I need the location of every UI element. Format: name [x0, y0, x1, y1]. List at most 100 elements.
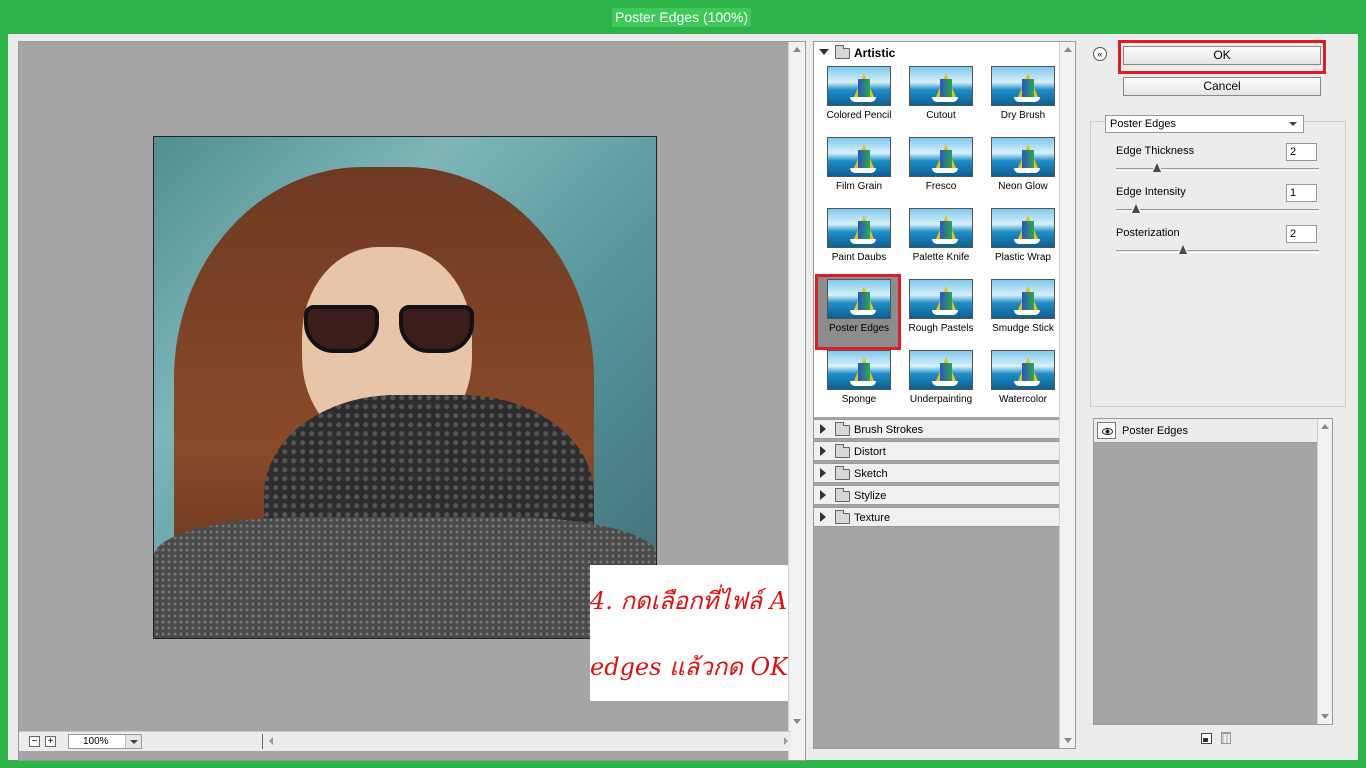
- filter-label: Poster Edges: [828, 323, 890, 334]
- category-distort[interactable]: Distort: [814, 441, 1060, 461]
- filter-label: Neon Glow: [998, 181, 1048, 192]
- preview-status-bar: − + 100%: [19, 731, 791, 751]
- thumbnail-film-grain-icon: [827, 137, 891, 177]
- chevron-down-icon[interactable]: [125, 735, 141, 748]
- expand-triangle-icon[interactable]: [820, 468, 826, 478]
- filter-label: Paint Daubs: [831, 252, 887, 263]
- param-posterization: Posterization 2: [1116, 225, 1331, 265]
- param-value-input[interactable]: 2: [1286, 143, 1317, 161]
- cancel-button[interactable]: Cancel: [1123, 77, 1321, 96]
- filter-underpainting[interactable]: Underpainting: [900, 348, 980, 418]
- category-title: Artistic: [854, 46, 896, 60]
- filter-cutout[interactable]: Cutout: [900, 64, 980, 134]
- expanded-triangle-icon[interactable]: [819, 49, 829, 55]
- thumbnail-paint-daubs-icon: [827, 208, 891, 248]
- category-header-artistic[interactable]: Artistic: [814, 42, 1060, 62]
- param-value-input[interactable]: 1: [1286, 184, 1317, 202]
- param-edge-thickness: Edge Thickness 2: [1116, 143, 1331, 183]
- thumbnail-neon-glow-icon: [991, 137, 1055, 177]
- category-label: Sketch: [854, 468, 888, 480]
- scroll-up-icon[interactable]: [1321, 424, 1329, 429]
- param-slider-track[interactable]: [1116, 168, 1319, 171]
- scroll-up-icon[interactable]: [1064, 47, 1072, 52]
- annotation-line-2: edges แล้วกด OK: [590, 653, 789, 681]
- expand-triangle-icon[interactable]: [820, 446, 826, 456]
- filter-label: Underpainting: [909, 394, 973, 405]
- filter-label: Sponge: [841, 394, 877, 405]
- zoom-level-select[interactable]: 100%: [68, 734, 142, 749]
- ok-button[interactable]: OK: [1123, 46, 1321, 65]
- filter-plastic-wrap[interactable]: Plastic Wrap: [982, 206, 1062, 276]
- filter-label: Colored Pencil: [826, 110, 892, 121]
- thumbnail-colored-pencil-icon: [827, 66, 891, 106]
- window-title: Poster Edges (100%): [612, 8, 752, 27]
- slider-thumb-icon[interactable]: [1132, 204, 1140, 213]
- thumbnail-cutout-icon: [909, 66, 973, 106]
- filter-film-grain[interactable]: Film Grain: [818, 135, 898, 205]
- filter-smudge-stick[interactable]: Smudge Stick: [982, 277, 1062, 347]
- scroll-down-icon[interactable]: [1321, 714, 1329, 719]
- filter-sponge[interactable]: Sponge: [818, 348, 898, 418]
- filter-rough-pastels[interactable]: Rough Pastels: [900, 277, 980, 347]
- delete-effect-layer-icon[interactable]: [1221, 732, 1231, 744]
- preview-vertical-scrollbar[interactable]: [788, 42, 805, 760]
- filter-fresco[interactable]: Fresco: [900, 135, 980, 205]
- filter-poster-edges[interactable]: Poster Edges: [815, 274, 901, 350]
- category-brush-strokes[interactable]: Brush Strokes: [814, 419, 1060, 439]
- category-label: Distort: [854, 446, 886, 458]
- filter-label: Plastic Wrap: [995, 252, 1051, 263]
- filter-label: Dry Brush: [1000, 110, 1046, 121]
- filter-label: Film Grain: [835, 181, 883, 192]
- zoom-level-value: 100%: [83, 736, 109, 747]
- layer-label: Poster Edges: [1122, 425, 1189, 437]
- filter-watercolor[interactable]: Watercolor: [982, 348, 1062, 418]
- expand-triangle-icon[interactable]: [820, 512, 826, 522]
- filter-palette-knife[interactable]: Palette Knife: [900, 206, 980, 276]
- folder-icon: [835, 45, 850, 59]
- annotation-note: 4. กดเลือกที่ไฟล์ Artistic>>poster edges…: [590, 565, 805, 701]
- gallery-scrollbar[interactable]: [1059, 42, 1075, 748]
- scroll-down-icon[interactable]: [1064, 738, 1072, 743]
- scroll-down-icon[interactable]: [793, 719, 801, 724]
- category-stylize[interactable]: Stylize: [814, 485, 1060, 505]
- filter-dry-brush[interactable]: Dry Brush: [982, 64, 1062, 134]
- folder-icon: [835, 510, 850, 524]
- param-slider-track[interactable]: [1116, 250, 1319, 253]
- category-texture[interactable]: Texture: [814, 507, 1060, 527]
- layers-scrollbar[interactable]: [1317, 419, 1332, 724]
- new-effect-layer-icon[interactable]: [1201, 733, 1212, 744]
- collapse-gallery-button[interactable]: «: [1093, 47, 1107, 61]
- filter-select[interactable]: Poster Edges: [1105, 115, 1304, 133]
- thumbnail-palette-knife-icon: [909, 208, 973, 248]
- annotation-line-1: 4. กดเลือกที่ไฟล์ Artistic>>poster: [590, 587, 805, 615]
- preview-horizontal-scrollbar[interactable]: [262, 734, 792, 749]
- category-label: Stylize: [854, 490, 887, 502]
- filter-label: Fresco: [925, 181, 957, 192]
- preview-area[interactable]: 4. กดเลือกที่ไฟล์ Artistic>>poster edges…: [18, 41, 806, 761]
- eye-icon[interactable]: [1097, 422, 1116, 439]
- preview-image: [153, 136, 657, 639]
- filter-paint-daubs[interactable]: Paint Daubs: [818, 206, 898, 276]
- param-value-input[interactable]: 2: [1286, 225, 1317, 243]
- param-slider-track[interactable]: [1116, 209, 1319, 212]
- folder-icon: [835, 488, 850, 502]
- filter-select-value: Poster Edges: [1110, 118, 1177, 130]
- effect-layer-row[interactable]: Poster Edges: [1094, 419, 1318, 443]
- scroll-up-icon[interactable]: [793, 47, 801, 52]
- expand-triangle-icon[interactable]: [820, 490, 826, 500]
- filter-label: Palette Knife: [912, 252, 970, 263]
- filter-neon-glow[interactable]: Neon Glow: [982, 135, 1062, 205]
- zoom-in-button[interactable]: +: [45, 736, 56, 747]
- category-sketch[interactable]: Sketch: [814, 463, 1060, 483]
- expand-triangle-icon[interactable]: [820, 424, 826, 434]
- slider-thumb-icon[interactable]: [1153, 163, 1161, 172]
- scroll-right-icon[interactable]: [784, 737, 788, 745]
- folder-icon: [835, 466, 850, 480]
- slider-thumb-icon[interactable]: [1179, 245, 1187, 254]
- thumbnail-watercolor-icon: [991, 350, 1055, 390]
- scroll-left-icon[interactable]: [269, 737, 273, 745]
- zoom-out-button[interactable]: −: [29, 736, 40, 747]
- thumbnail-poster-edges-icon: [827, 279, 891, 319]
- filter-colored-pencil[interactable]: Colored Pencil: [818, 64, 898, 134]
- filter-gallery: Artistic Colored Pencil Cutout Dry Brush Fi…: [813, 41, 1076, 749]
